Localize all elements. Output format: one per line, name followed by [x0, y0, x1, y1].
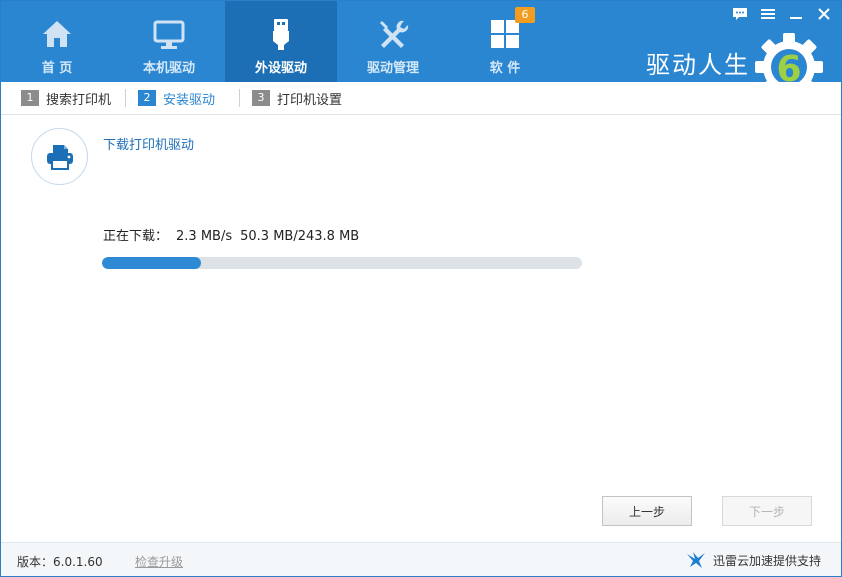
download-status: 正在下载： 2.3 MB/s 50.3 MB/243.8 MB	[103, 225, 367, 244]
download-progress-fill	[102, 257, 201, 269]
next-step-button[interactable]: 下一步	[722, 496, 812, 526]
menu-icon	[761, 9, 775, 19]
step-label: 安装驱动	[163, 92, 216, 108]
check-update-link[interactable]: 检查升级	[135, 553, 183, 570]
step-label: 打印机设置	[277, 92, 343, 108]
status-footer: 版本：6.0.1.60 检查升级 迅雷云加速提供支持	[1, 542, 841, 576]
step-divider	[125, 89, 127, 107]
nav-tab-label: 本机驱动	[142, 61, 195, 76]
minimize-button[interactable]	[785, 5, 807, 23]
monitor-icon	[153, 20, 185, 49]
feedback-icon	[733, 8, 747, 20]
xunlei-bird-icon	[686, 552, 705, 568]
menu-button[interactable]	[757, 5, 779, 23]
software-update-badge: 6	[515, 7, 535, 23]
step-number: 2	[138, 90, 157, 106]
step-label: 搜索打印机	[46, 92, 112, 108]
close-icon	[818, 8, 830, 20]
main-nav: 首 页 本机驱动 外设驱动 驱动管理 6 软 件	[1, 1, 561, 82]
download-progress-text: 50.3 MB/243.8 MB	[240, 229, 360, 244]
nav-tab-label: 首 页	[41, 61, 73, 76]
step-divider	[239, 89, 241, 107]
nav-tab-home[interactable]: 首 页	[1, 1, 113, 82]
download-status-label: 正在下载：	[103, 229, 169, 244]
tools-icon	[380, 20, 409, 48]
feedback-button[interactable]	[729, 5, 751, 23]
previous-step-button[interactable]: 上一步	[602, 496, 692, 526]
content-area	[1, 114, 841, 542]
nav-tab-local-drivers[interactable]: 本机驱动	[113, 1, 225, 82]
window-controls	[729, 5, 835, 23]
step-search-printer[interactable]: 1 搜索打印机	[21, 89, 111, 108]
download-speed: 2.3 MB/s	[176, 229, 233, 244]
wizard-steps: 1 搜索打印机 2 安装驱动 3 打印机设置	[1, 82, 841, 114]
nav-tab-label: 驱动管理	[366, 61, 419, 76]
version-label: 版本：6.0.1.60	[17, 555, 103, 569]
header-bar: 首 页 本机驱动 外设驱动 驱动管理 6 软 件 驱动人生 6	[1, 1, 841, 101]
step-number: 1	[21, 90, 39, 106]
app-window: 首 页 本机驱动 外设驱动 驱动管理 6 软 件 驱动人生 6 1 搜索打印机 …	[0, 0, 842, 577]
step-install-driver[interactable]: 2 安装驱动	[138, 89, 215, 108]
printer-icon	[46, 144, 73, 170]
nav-tab-label: 外设驱动	[254, 61, 307, 76]
minimize-icon	[790, 17, 802, 19]
xunlei-acceleration-credit: 迅雷云加速提供支持	[685, 550, 821, 570]
nav-tab-label: 软 件	[489, 61, 521, 76]
step-number: 3	[252, 90, 271, 106]
usb-icon	[273, 19, 289, 50]
nav-tab-driver-management[interactable]: 驱动管理	[337, 1, 449, 82]
home-icon	[43, 21, 71, 47]
close-button[interactable]	[813, 5, 835, 23]
download-title: 下载打印机驱动	[103, 138, 195, 153]
nav-tab-peripheral-drivers[interactable]: 外设驱动	[225, 1, 337, 82]
step-printer-settings[interactable]: 3 打印机设置	[252, 89, 342, 108]
brand-name: 驱动人生	[646, 51, 750, 79]
download-progress-bar	[102, 257, 582, 269]
nav-tab-software[interactable]: 6 软 件	[449, 1, 561, 82]
printer-avatar	[31, 128, 88, 185]
xunlei-credit-text: 迅雷云加速提供支持	[712, 553, 821, 568]
